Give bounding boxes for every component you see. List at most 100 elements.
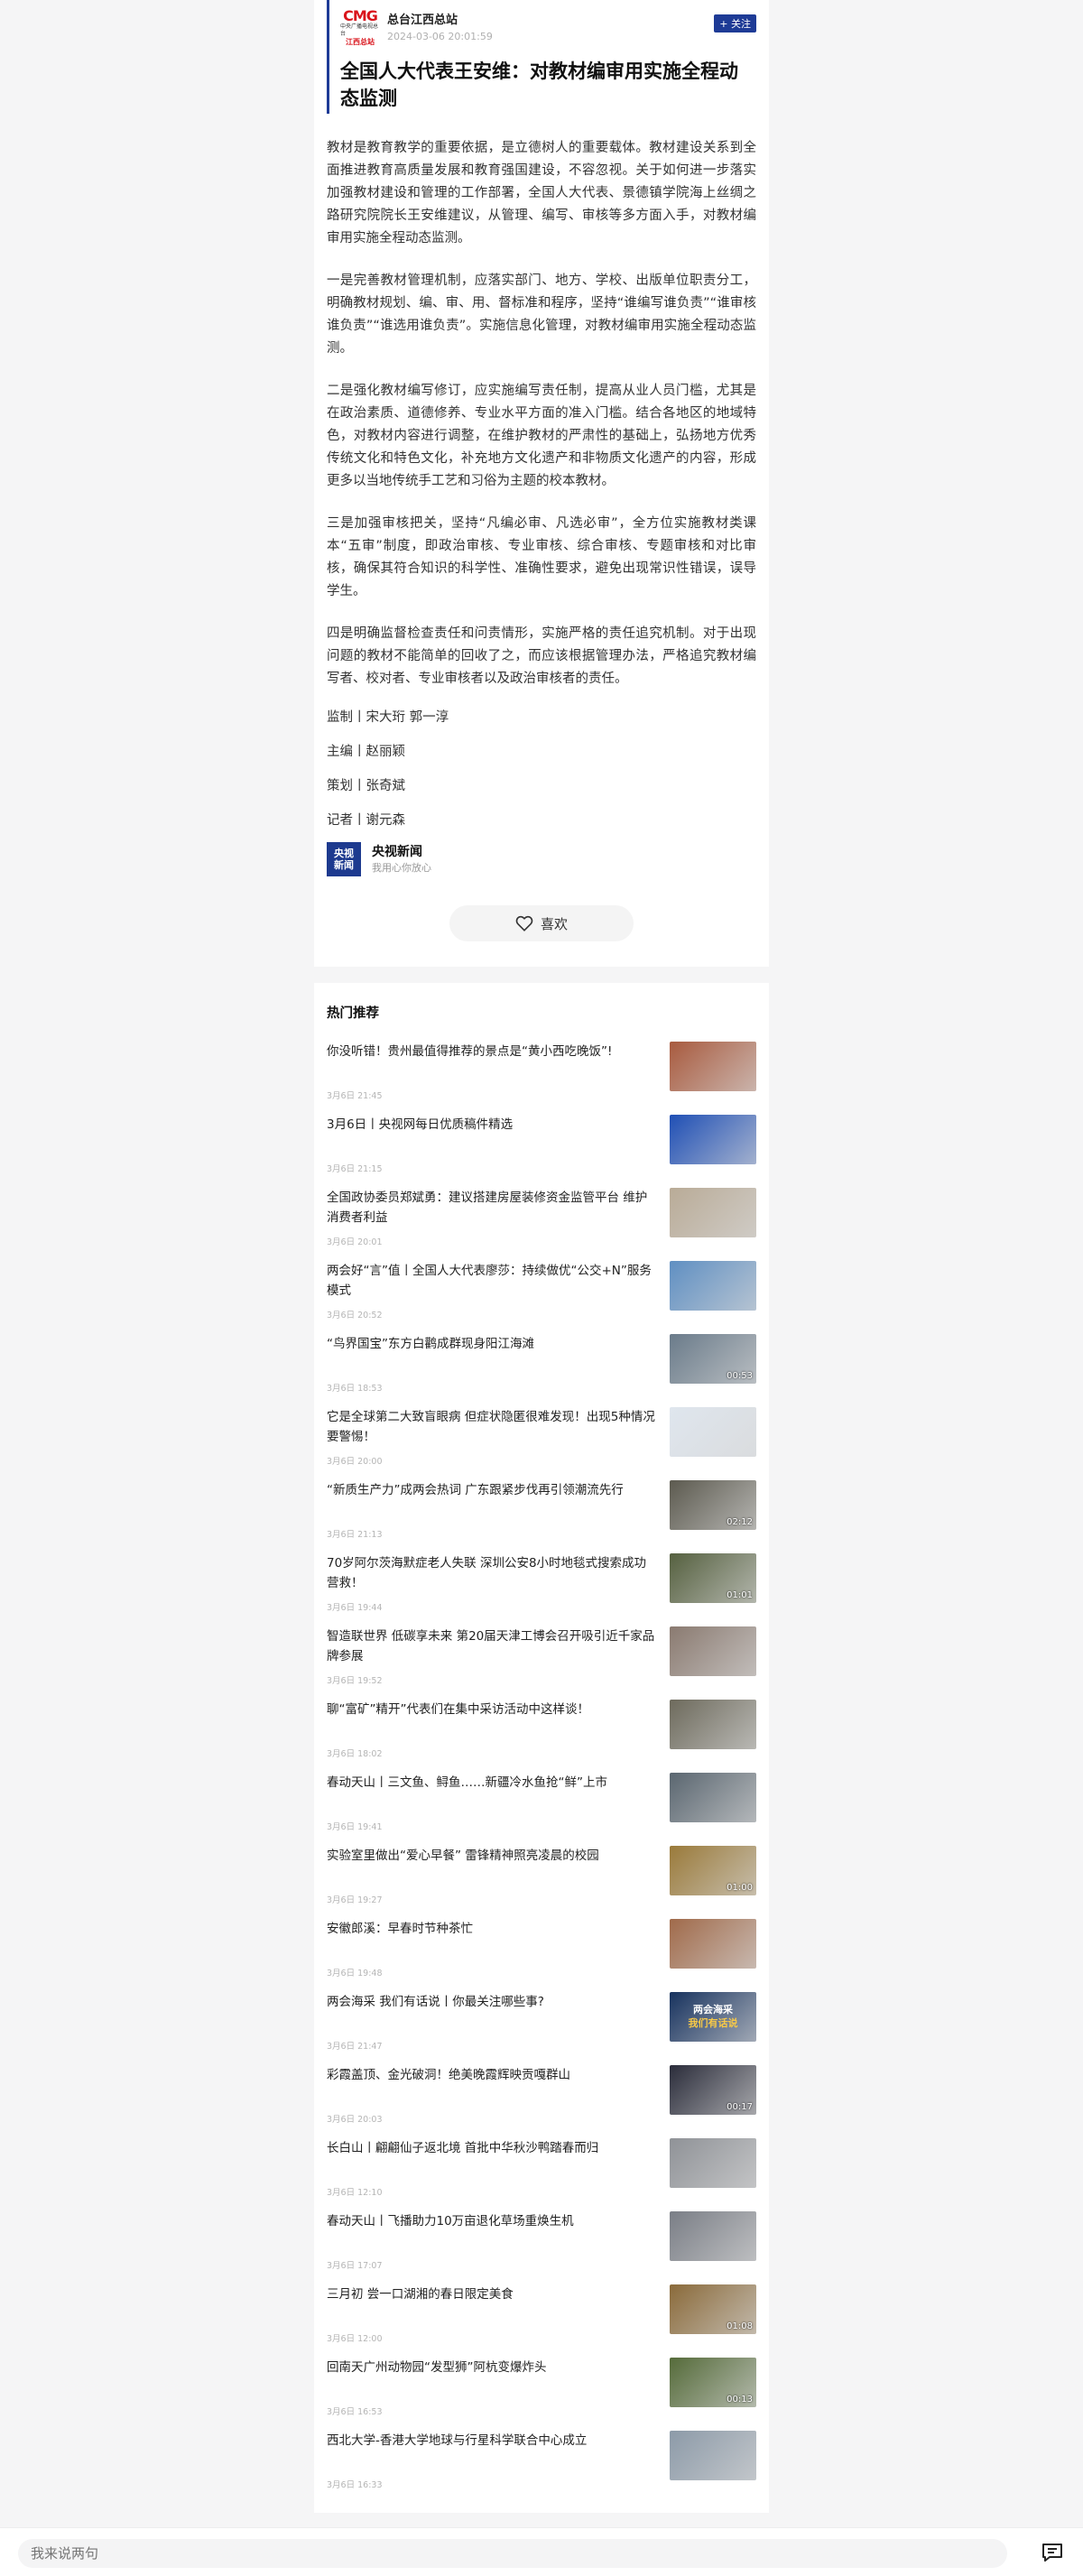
list-item-thumbnail[interactable]: 01:00	[670, 1846, 756, 1895]
list-item-text: 实验室里做出“爱心早餐” 雷锋精神照亮凌晨的校园 3月6日 19:27	[327, 1846, 670, 1919]
list-item-thumbnail[interactable]	[670, 1700, 756, 1749]
list-item-time: 3月6日 20:01	[327, 1237, 383, 1247]
list-item-thumbnail[interactable]	[670, 1407, 756, 1457]
list-item[interactable]: 实验室里做出“爱心早餐” 雷锋精神照亮凌晨的校园 3月6日 19:27 01:00	[327, 1846, 756, 1919]
video-duration: 01:08	[727, 2321, 753, 2331]
video-duration: 00:17	[727, 2102, 753, 2112]
author-logo-line1: 央视	[334, 848, 354, 859]
recommend-section: 热门推荐 你没听错！贵州最值得推荐的景点是“黄小西吃晚饭”! 3月6日 21:45…	[314, 983, 769, 2513]
source-logo[interactable]: CMG 中央广播电视总台 江西总站	[340, 8, 380, 46]
article-column: CMG 中央广播电视总台 江西总站 总台江西总站 2024-03-06 20:0…	[314, 0, 769, 2513]
logo-brand: CMG	[343, 6, 378, 24]
list-item-thumbnail[interactable]	[670, 2211, 756, 2261]
list-item-thumbnail[interactable]	[670, 1188, 756, 1237]
list-item-text: 70岁阿尔茨海默症老人失联 深圳公安8小时地毯式搜索成功营救！ 3月6日 19:4…	[327, 1553, 670, 1626]
list-item-text: 春动天山丨飞播助力10万亩退化草场重焕生机 3月6日 17:07	[327, 2211, 670, 2284]
list-item[interactable]: 3月6日丨央视网每日优质稿件精选 3月6日 21:15	[327, 1115, 756, 1188]
credit-editor: 主编丨赵丽颖	[327, 745, 405, 759]
source-name[interactable]: 总台江西总站	[387, 13, 756, 29]
list-item-thumbnail[interactable]	[670, 1042, 756, 1091]
list-item-thumbnail[interactable]	[670, 2431, 756, 2480]
list-item-time: 3月6日 21:13	[327, 1530, 383, 1540]
list-item[interactable]: 三月初 尝一口湖湘的春日限定美食 3月6日 12:00 01:08	[327, 2284, 756, 2358]
list-item-time: 3月6日 20:00	[327, 1457, 383, 1467]
list-item-time: 3月6日 19:27	[327, 1895, 383, 1905]
list-item-thumbnail[interactable]: 两会海采 我们有话说	[670, 1992, 756, 2042]
list-item[interactable]: 春动天山丨飞播助力10万亩退化草场重焕生机 3月6日 17:07	[327, 2211, 756, 2284]
list-item[interactable]: 全国政协委员郑斌勇：建议搭建房屋装修资金监管平台 维护消费者利益 3月6日 20:…	[327, 1188, 756, 1261]
list-item-text: 回南天广州动物园“发型狮”阿杭变爆炸头 3月6日 16:53	[327, 2358, 670, 2431]
list-item[interactable]: 它是全球第二大致盲眼病 但症状隐匿很难发现！出现5种情况要警惕！ 3月6日 20:…	[327, 1407, 756, 1480]
list-item[interactable]: 回南天广州动物园“发型狮”阿杭变爆炸头 3月6日 16:53 00:13	[327, 2358, 756, 2431]
list-item[interactable]: 聊“富矿”精开”代表们在集中采访活动中这样谈！ 3月6日 18:02	[327, 1700, 756, 1773]
list-item-thumbnail[interactable]	[670, 2138, 756, 2188]
credit-producer: 监制丨宋大珩 郭一淳	[327, 710, 449, 725]
list-item-time: 3月6日 20:52	[327, 1311, 383, 1320]
article-title: 全国人大代表王安维：对教材编审用实施全程动态监测	[340, 60, 738, 109]
list-item-title: 安徽郎溪：早春时节种茶忙	[327, 1922, 473, 1936]
thumbnail-caption-line1: 两会海采	[693, 2004, 733, 2015]
list-item-thumbnail[interactable]	[670, 1919, 756, 1969]
article-paragraph: 教材是教育教学的重要依据，是立德树人的重要载体。教材建设关系到全面推进教育高质量…	[327, 141, 756, 246]
list-item-text: 春动天山丨三文鱼、鲟鱼……新疆冷水鱼抢“鲜”上市 3月6日 19:41	[327, 1773, 670, 1846]
list-item[interactable]: 春动天山丨三文鱼、鲟鱼……新疆冷水鱼抢“鲜”上市 3月6日 19:41	[327, 1773, 756, 1846]
heart-icon	[515, 915, 533, 931]
like-button[interactable]: 喜欢	[449, 905, 634, 941]
list-item-title: 70岁阿尔茨海默症老人失联 深圳公安8小时地毯式搜索成功营救！	[327, 1556, 647, 1590]
section-divider	[314, 967, 769, 983]
list-item[interactable]: 智造联世界 低碳享未来 第20届天津工博会召开吸引近千家品牌参展 3月6日 19:…	[327, 1626, 756, 1700]
list-item-text: 它是全球第二大致盲眼病 但症状隐匿很难发现！出现5种情况要警惕！ 3月6日 20:…	[327, 1407, 670, 1480]
recommend-heading: 热门推荐	[327, 1006, 379, 1021]
video-duration: 00:13	[727, 2395, 753, 2405]
video-duration: 02:12	[727, 1517, 753, 1527]
list-item-title: 彩霞盖顶、金光破洞！绝美晚霞辉映贡嘎群山	[327, 2068, 570, 2082]
author-info: 央视新闻 我用心你放心	[372, 843, 431, 876]
list-item-time: 3月6日 21:15	[327, 1164, 383, 1174]
list-item[interactable]: 两会好“言”值丨全国人大代表廖莎：持续做优“公交+N”服务模式 3月6日 20:5…	[327, 1261, 756, 1334]
list-item[interactable]: 彩霞盖顶、金光破洞！绝美晚霞辉映贡嘎群山 3月6日 20:03 00:17	[327, 2065, 756, 2138]
list-item[interactable]: 70岁阿尔茨海默症老人失联 深圳公安8小时地毯式搜索成功营救！ 3月6日 19:4…	[327, 1553, 756, 1626]
list-item-title: 两会海采 我们有话说丨你最关注哪些事?	[327, 1995, 544, 2009]
list-item-title: 春动天山丨三文鱼、鲟鱼……新疆冷水鱼抢“鲜”上市	[327, 1775, 607, 1790]
list-item-thumbnail[interactable]	[670, 1261, 756, 1311]
publish-time: 2024-03-06 20:01:59	[387, 31, 493, 42]
author-card[interactable]: 央视 新闻 央视新闻 我用心你放心	[327, 842, 756, 876]
list-item-title: 西北大学-香港大学地球与行星科学联合中心成立	[327, 2433, 588, 2448]
list-item-text: 智造联世界 低碳享未来 第20届天津工博会召开吸引近千家品牌参展 3月6日 19:…	[327, 1626, 670, 1700]
list-item-title: “新质生产力”成两会热词 广东跟紧步伐再引领潮流先行	[327, 1483, 624, 1497]
list-item-time: 3月6日 18:53	[327, 1384, 383, 1394]
list-item-time: 3月6日 19:52	[327, 1676, 383, 1686]
list-item[interactable]: “鸟界国宝”东方白鹳成群现身阳江海滩 3月6日 18:53 00:53	[327, 1334, 756, 1407]
list-item-title: 春动天山丨飞播助力10万亩退化草场重焕生机	[327, 2214, 574, 2229]
list-item-title: 回南天广州动物园“发型狮”阿杭变爆炸头	[327, 2360, 547, 2375]
list-item-thumbnail[interactable]: 00:13	[670, 2358, 756, 2407]
list-item-thumbnail[interactable]	[670, 1115, 756, 1164]
list-item-text: 三月初 尝一口湖湘的春日限定美食 3月6日 12:00	[327, 2284, 670, 2358]
list-item[interactable]: 西北大学-香港大学地球与行星科学联合中心成立 3月6日 16:33	[327, 2431, 756, 2504]
list-item[interactable]: 两会海采 我们有话说丨你最关注哪些事? 3月6日 21:47 两会海采我们有话说	[327, 1992, 756, 2065]
list-item-thumbnail[interactable]: 01:08	[670, 2284, 756, 2334]
list-item-thumbnail[interactable]: 01:01	[670, 1553, 756, 1603]
list-item-time: 3月6日 20:03	[327, 2115, 383, 2125]
list-item-time: 3月6日 21:47	[327, 2042, 383, 2052]
list-item-time: 3月6日 16:53	[327, 2407, 383, 2417]
list-item[interactable]: “新质生产力”成两会热词 广东跟紧步伐再引领潮流先行 3月6日 21:13 02:1…	[327, 1480, 756, 1553]
comment-icon[interactable]	[1041, 2543, 1063, 2562]
list-item-title: 两会好“言”值丨全国人大代表廖莎：持续做优“公交+N”服务模式	[327, 1264, 652, 1298]
list-item[interactable]: 安徽郎溪：早春时节种茶忙 3月6日 19:48	[327, 1919, 756, 1992]
list-item-thumbnail[interactable]: 02:12	[670, 1480, 756, 1530]
comment-input[interactable]	[18, 2539, 1007, 2568]
list-item-thumbnail[interactable]	[670, 1626, 756, 1676]
list-item[interactable]: 长白山丨翩翩仙子返北境 首批中华秋沙鸭踏春而归 3月6日 12:10	[327, 2138, 756, 2211]
logo-line1: 中央广播电视总台	[340, 23, 379, 37]
thumbnail-caption-line2: 我们有话说	[688, 2017, 738, 2029]
like-area: 喜欢	[327, 876, 756, 967]
list-item-thumbnail[interactable]: 00:17	[670, 2065, 756, 2115]
list-item[interactable]: 你没听错！贵州最值得推荐的景点是“黄小西吃晚饭”! 3月6日 21:45	[327, 1042, 756, 1115]
list-item-thumbnail[interactable]	[670, 1773, 756, 1822]
list-item-time: 3月6日 12:00	[327, 2334, 383, 2344]
list-item-time: 3月6日 18:02	[327, 1749, 383, 1759]
follow-button[interactable]: + 关注	[714, 14, 756, 32]
list-item-thumbnail[interactable]: 00:53	[670, 1334, 756, 1384]
list-item-time: 3月6日 19:44	[327, 1603, 383, 1613]
